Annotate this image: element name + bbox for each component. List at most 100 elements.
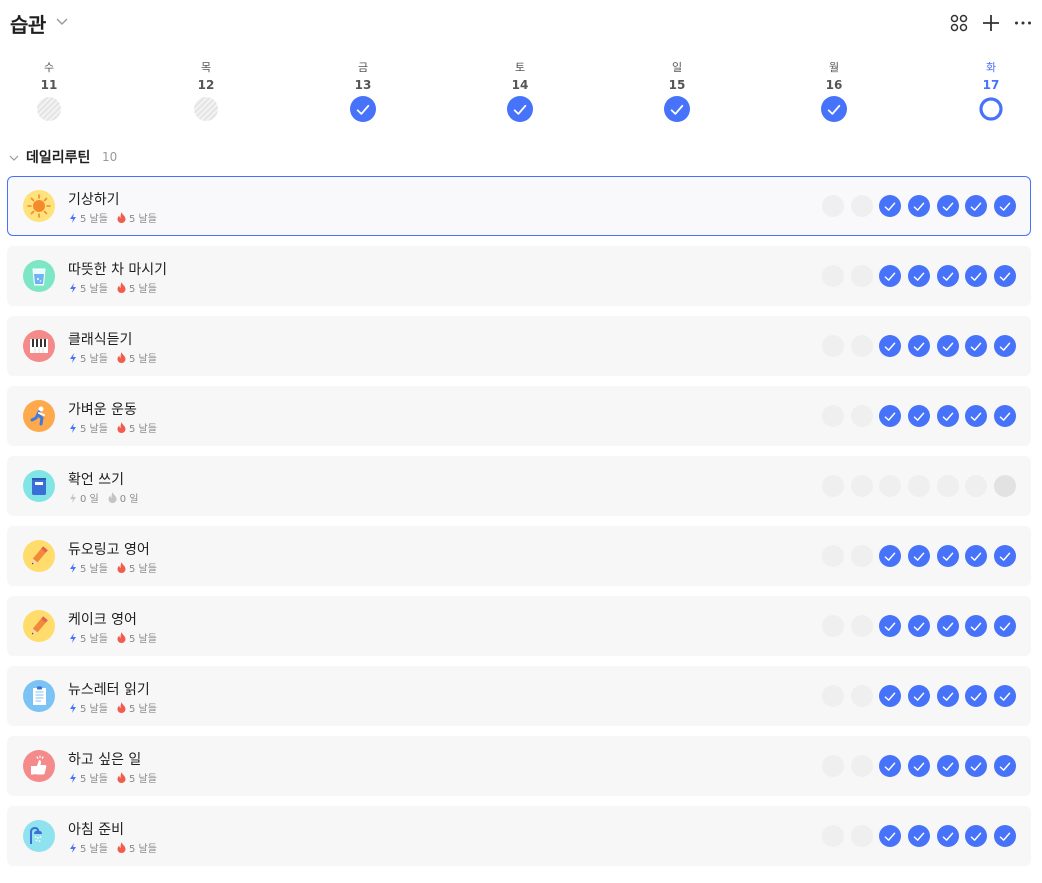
checkin-done-button[interactable] <box>908 755 930 777</box>
checkin-done-button[interactable] <box>937 825 959 847</box>
checkin-done-button[interactable] <box>879 615 901 637</box>
checkin-done-button[interactable] <box>879 405 901 427</box>
habit-row[interactable]: 케이크 영어 5 날들 5 날들 <box>7 596 1031 656</box>
checkin-empty-button[interactable] <box>822 195 844 217</box>
checkin-done-button[interactable] <box>937 685 959 707</box>
checkin-done-button[interactable] <box>879 825 901 847</box>
checkin-empty-button[interactable] <box>851 755 873 777</box>
checkin-empty-button[interactable] <box>822 335 844 357</box>
checkin-done-button[interactable] <box>965 195 987 217</box>
more-button[interactable] <box>1012 12 1034 34</box>
section-header[interactable]: 데일리루틴 10 <box>0 146 1042 168</box>
checkin-empty-button[interactable] <box>851 195 873 217</box>
habit-row[interactable]: 듀오링고 영어 5 날들 5 날들 <box>7 526 1031 586</box>
checkin-done-button[interactable] <box>965 335 987 357</box>
checkin-empty-button[interactable] <box>851 265 873 287</box>
check-icon <box>970 552 982 561</box>
checkin-done-button[interactable] <box>994 265 1016 287</box>
checkin-done-button[interactable] <box>879 755 901 777</box>
checkin-done-button[interactable] <box>937 615 959 637</box>
checkin-done-button[interactable] <box>879 265 901 287</box>
habit-row[interactable]: 뉴스레터 읽기 5 날들 5 날들 <box>7 666 1031 726</box>
chevron-down-icon[interactable] <box>8 152 20 164</box>
day-15[interactable]: 일 15 <box>647 60 707 122</box>
day-17[interactable]: 화 17 <box>961 60 1021 122</box>
habit-name: 확언 쓰기 <box>68 472 124 488</box>
checkin-done-button[interactable] <box>965 825 987 847</box>
checkin-done-button[interactable] <box>937 335 959 357</box>
checkin-done-button[interactable] <box>908 335 930 357</box>
checkin-empty-button[interactable] <box>822 755 844 777</box>
habit-checkins <box>820 825 1030 847</box>
checkin-empty-button[interactable] <box>822 405 844 427</box>
chevron-down-icon[interactable] <box>55 14 69 28</box>
checkin-empty-button[interactable] <box>822 615 844 637</box>
checkin-done-button[interactable] <box>965 545 987 567</box>
checkin-done-button[interactable] <box>908 265 930 287</box>
habit-row[interactable]: 확언 쓰기 0 일 0 일 <box>7 456 1031 516</box>
habit-row[interactable]: 하고 싶은 일 5 날들 5 날들 <box>7 736 1031 796</box>
checkin-empty-button[interactable] <box>994 475 1016 497</box>
checkin-empty-button[interactable] <box>822 685 844 707</box>
checkin-empty-button[interactable] <box>822 545 844 567</box>
habit-row[interactable]: 따뜻한 차 마시기 5 날들 5 날들 <box>7 246 1031 306</box>
checkin-done-button[interactable] <box>937 545 959 567</box>
checkin-done-button[interactable] <box>908 545 930 567</box>
checkin-done-button[interactable] <box>908 615 930 637</box>
day-11[interactable]: 수 11 <box>19 60 79 122</box>
checkin-done-button[interactable] <box>879 685 901 707</box>
checkin-empty-button[interactable] <box>822 475 844 497</box>
habit-row[interactable]: 아침 준비 5 날들 5 날들 <box>7 806 1031 866</box>
checkin-done-button[interactable] <box>965 755 987 777</box>
checkin-empty-button[interactable] <box>851 685 873 707</box>
checkin-empty-button[interactable] <box>851 545 873 567</box>
day-13[interactable]: 금 13 <box>333 60 393 122</box>
habit-row[interactable]: 클래식듣기 5 날들 5 날들 <box>7 316 1031 376</box>
grid-view-button[interactable] <box>948 12 970 34</box>
habit-name: 따뜻한 차 마시기 <box>68 262 168 278</box>
checkin-done-button[interactable] <box>965 405 987 427</box>
checkin-done-button[interactable] <box>994 405 1016 427</box>
checkin-done-button[interactable] <box>937 265 959 287</box>
checkin-done-button[interactable] <box>879 545 901 567</box>
checkin-empty-button[interactable] <box>965 475 987 497</box>
checkin-done-button[interactable] <box>994 195 1016 217</box>
checkin-empty-button[interactable] <box>822 265 844 287</box>
habit-row[interactable]: 가벼운 운동 5 날들 5 날들 <box>7 386 1031 446</box>
checkin-empty-button[interactable] <box>851 335 873 357</box>
checkin-empty-button[interactable] <box>937 475 959 497</box>
day-14[interactable]: 토 14 <box>490 60 550 122</box>
checkin-done-button[interactable] <box>937 195 959 217</box>
checkin-empty-button[interactable] <box>851 475 873 497</box>
day-16[interactable]: 월 16 <box>804 60 864 122</box>
checkin-empty-button[interactable] <box>851 825 873 847</box>
checkin-done-button[interactable] <box>994 685 1016 707</box>
checkin-empty-button[interactable] <box>908 475 930 497</box>
checkin-done-button[interactable] <box>908 405 930 427</box>
checkin-done-button[interactable] <box>994 825 1016 847</box>
checkin-done-button[interactable] <box>908 195 930 217</box>
checkin-done-button[interactable] <box>965 615 987 637</box>
checkin-done-button[interactable] <box>994 755 1016 777</box>
total-streak-label: 5 날들 <box>80 774 108 785</box>
checkin-done-button[interactable] <box>879 335 901 357</box>
checkin-done-button[interactable] <box>994 545 1016 567</box>
checkin-empty-button[interactable] <box>851 405 873 427</box>
checkin-empty-button[interactable] <box>822 825 844 847</box>
page-title[interactable]: 습관 <box>10 9 46 38</box>
day-12[interactable]: 목 12 <box>176 60 236 122</box>
checkin-empty-button[interactable] <box>851 615 873 637</box>
checkin-done-button[interactable] <box>994 615 1016 637</box>
checkin-done-button[interactable] <box>908 685 930 707</box>
add-habit-button[interactable] <box>980 12 1002 34</box>
checkin-done-button[interactable] <box>937 405 959 427</box>
checkin-done-button[interactable] <box>965 265 987 287</box>
habit-name: 가벼운 운동 <box>68 402 137 418</box>
checkin-done-button[interactable] <box>937 755 959 777</box>
habit-row[interactable]: 기상하기 5 날들 5 날들 <box>7 176 1031 236</box>
checkin-done-button[interactable] <box>994 335 1016 357</box>
checkin-done-button[interactable] <box>965 685 987 707</box>
checkin-done-button[interactable] <box>879 195 901 217</box>
checkin-done-button[interactable] <box>908 825 930 847</box>
checkin-empty-button[interactable] <box>879 475 901 497</box>
